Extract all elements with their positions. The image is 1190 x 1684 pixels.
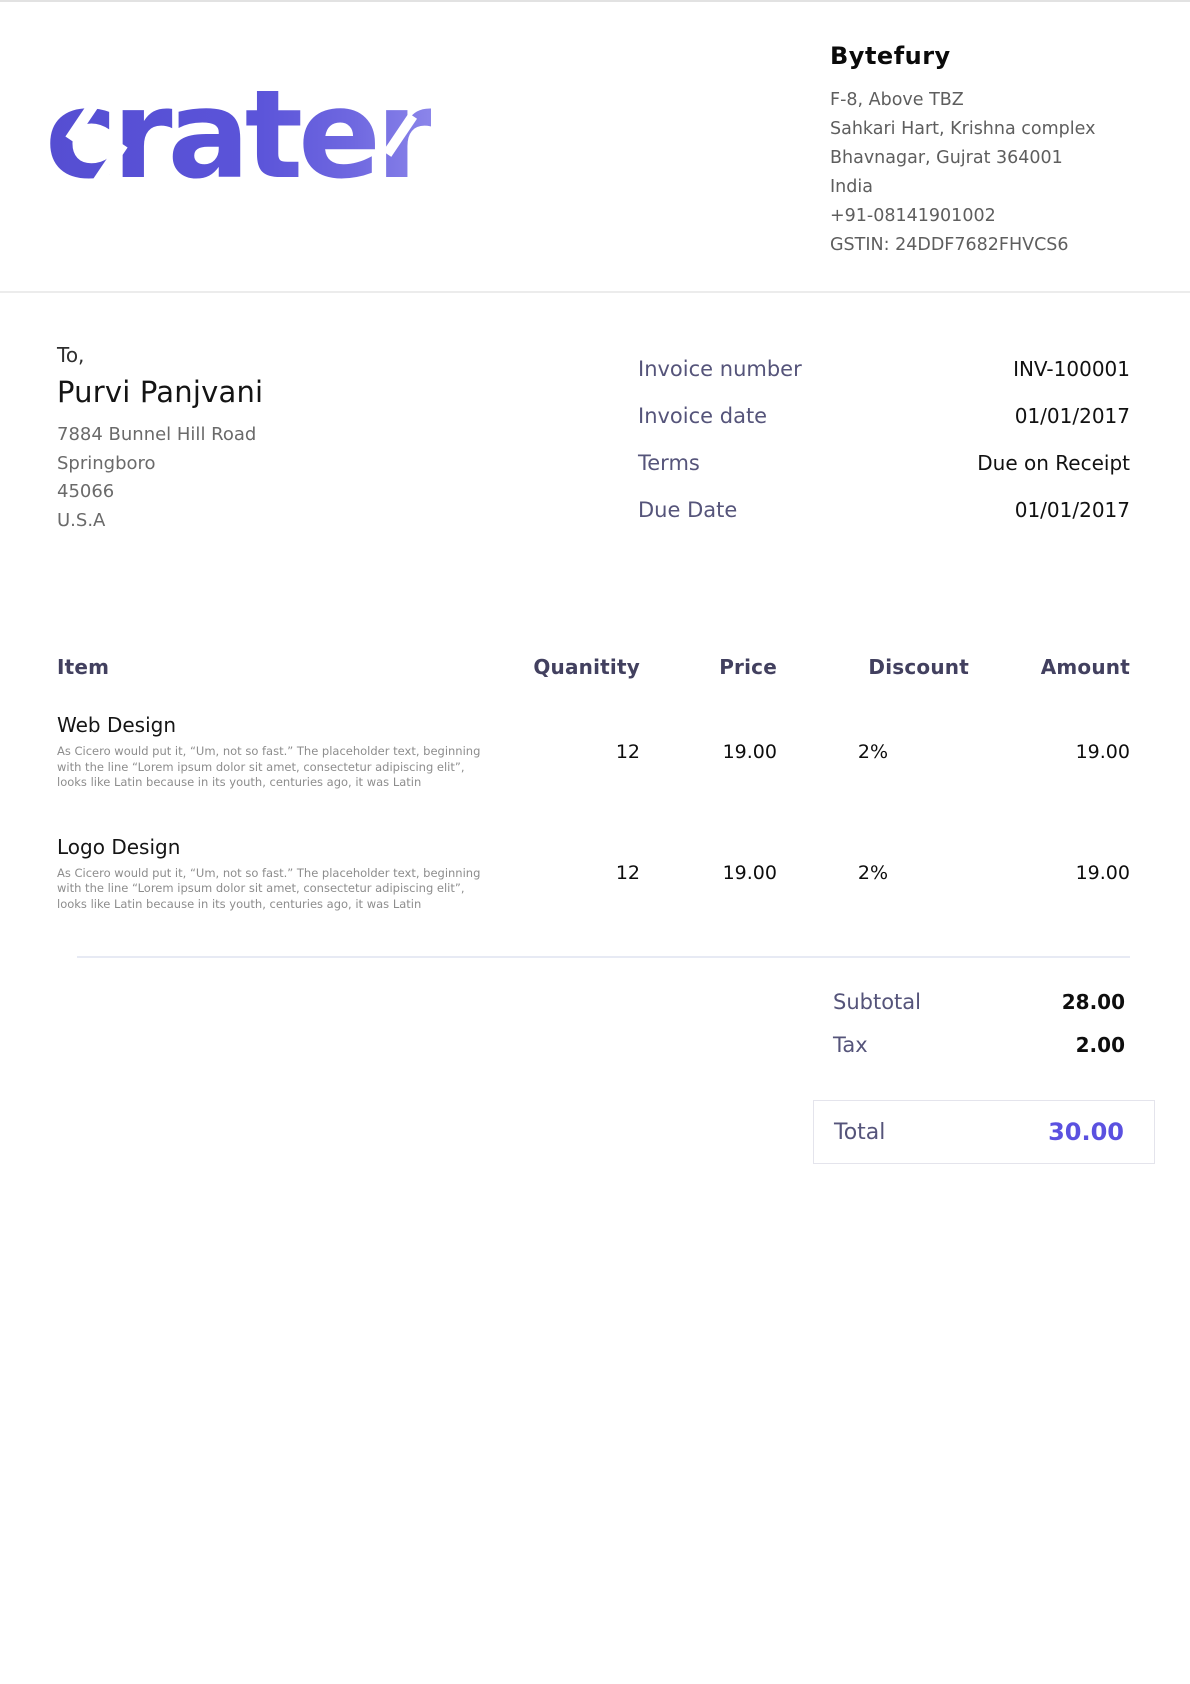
terms-value: Due on Receipt — [977, 451, 1130, 475]
company-phone: +91-08141901002 — [830, 202, 1130, 231]
company-info: Bytefury F-8, Above TBZ Sahkari Hart, Kr… — [830, 42, 1130, 260]
subtotal-row: Subtotal 28.00 — [813, 990, 1155, 1014]
item-description: As Cicero would put it, “Um, not so fast… — [57, 866, 487, 913]
terms-row: Terms Due on Receipt — [638, 451, 1130, 475]
table-row: Web Design As Cicero would put it, “Um, … — [57, 713, 1130, 791]
item-discount: 2% — [777, 862, 969, 884]
item-name: Web Design — [57, 713, 495, 737]
item-price: 19.00 — [640, 741, 777, 763]
subtotal-label: Subtotal — [833, 990, 921, 1014]
invoice-date-row: Invoice date 01/01/2017 — [638, 404, 1130, 428]
table-row: Logo Design As Cicero would put it, “Um,… — [57, 835, 1130, 913]
company-gstin: GSTIN: 24DDF7682FHVCS6 — [830, 231, 1130, 260]
grand-total-value: 30.00 — [1048, 1118, 1124, 1146]
totals-section: Subtotal 28.00 Tax 2.00 Total 30.00 — [0, 990, 1190, 1164]
customer-address-line: 7884 Bunnel Hill Road — [57, 421, 477, 450]
invoice-header: crater Bytefury F-8, Above TBZ Sahkari H… — [0, 2, 1190, 293]
due-date-row: Due Date 01/01/2017 — [638, 498, 1130, 522]
grand-total-label: Total — [834, 1120, 885, 1145]
due-date-value: 01/01/2017 — [1015, 498, 1130, 522]
invoice-number-value: INV-100001 — [1013, 357, 1130, 381]
item-discount: 2% — [777, 741, 969, 763]
invoice-number-row: Invoice number INV-100001 — [638, 357, 1130, 381]
column-header-amount: Amount — [969, 655, 1130, 679]
company-address-line: Sahkari Hart, Krishna complex — [830, 115, 1130, 144]
invoice-page: { "colors": { "accent": "#5b51e0", "labe… — [0, 0, 1190, 1684]
column-header-quantity: Quanitity — [525, 655, 640, 679]
item-quantity: 12 — [525, 862, 640, 884]
company-address-line: India — [830, 173, 1130, 202]
crater-logo: crater — [45, 74, 431, 196]
tax-label: Tax — [833, 1033, 868, 1057]
invoice-info-section: To, Purvi Panjvani 7884 Bunnel Hill Road… — [0, 293, 1190, 545]
customer-name: Purvi Panjvani — [57, 375, 477, 409]
invoice-date-value: 01/01/2017 — [1015, 404, 1130, 428]
grand-total-box: Total 30.00 — [813, 1100, 1155, 1164]
terms-label: Terms — [638, 451, 700, 475]
column-header-price: Price — [640, 655, 777, 679]
company-address-line: F-8, Above TBZ — [830, 86, 1130, 115]
items-table-header: Item Quanitity Price Discount Amount — [57, 655, 1130, 679]
column-header-item: Item — [57, 655, 525, 679]
item-amount: 19.00 — [969, 741, 1130, 763]
item-cell: Web Design As Cicero would put it, “Um, … — [57, 713, 525, 791]
item-quantity: 12 — [525, 741, 640, 763]
item-description: As Cicero would put it, “Um, not so fast… — [57, 744, 487, 791]
invoice-meta-block: Invoice number INV-100001 Invoice date 0… — [638, 357, 1130, 545]
column-header-discount: Discount — [777, 655, 969, 679]
totals-divider — [77, 956, 1130, 958]
item-name: Logo Design — [57, 835, 495, 859]
item-amount: 19.00 — [969, 862, 1130, 884]
company-address-line: Bhavnagar, Gujrat 364001 — [830, 144, 1130, 173]
item-price: 19.00 — [640, 862, 777, 884]
subtotal-value: 28.00 — [1062, 990, 1125, 1014]
customer-address-line: Springboro — [57, 450, 477, 479]
invoice-number-label: Invoice number — [638, 357, 802, 381]
company-name: Bytefury — [830, 42, 1130, 70]
item-cell: Logo Design As Cicero would put it, “Um,… — [57, 835, 525, 913]
tax-value: 2.00 — [1076, 1033, 1125, 1057]
customer-address-line: 45066 — [57, 478, 477, 507]
customer-address-line: U.S.A — [57, 507, 477, 536]
tax-row: Tax 2.00 — [813, 1033, 1155, 1057]
due-date-label: Due Date — [638, 498, 737, 522]
items-table: Item Quanitity Price Discount Amount Web… — [0, 655, 1190, 912]
invoice-date-label: Invoice date — [638, 404, 767, 428]
bill-to-block: To, Purvi Panjvani 7884 Bunnel Hill Road… — [57, 343, 477, 545]
bill-to-intro: To, — [57, 343, 477, 367]
